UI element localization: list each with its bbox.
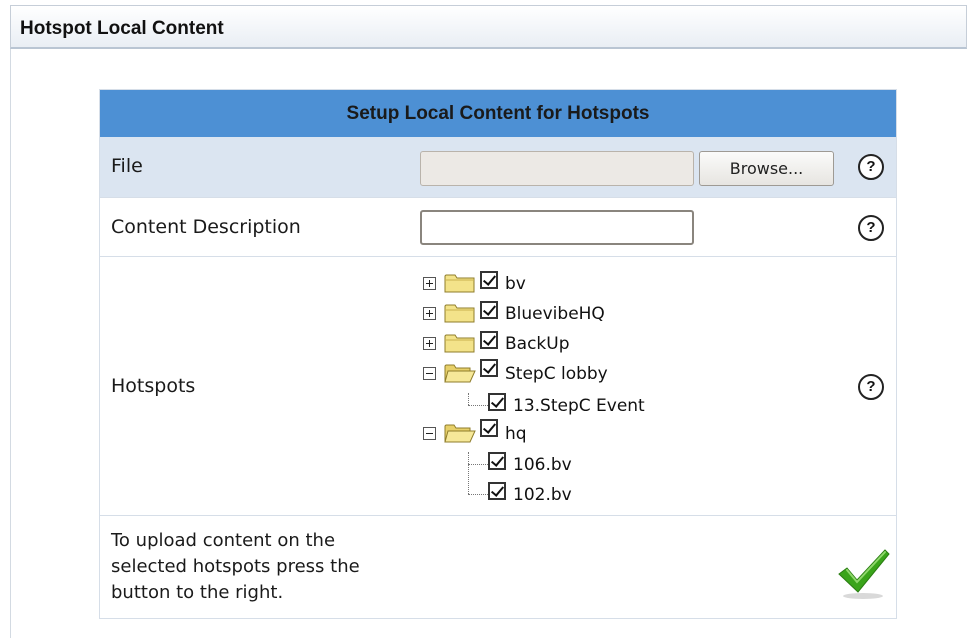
upload-instructions: To upload content on the selected hotspo… (111, 530, 360, 603)
checkbox-13-stepc-event[interactable] (488, 393, 506, 411)
tree-node-backup[interactable]: BackUp (420, 330, 620, 356)
checkmark-icon[interactable] (835, 544, 891, 600)
minus-expander-icon[interactable] (423, 367, 436, 380)
plus-expander-icon[interactable] (423, 277, 436, 290)
folder-icon (444, 334, 475, 353)
plus-expander-icon[interactable] (423, 337, 436, 350)
tree-node-102-bv[interactable]: 102.bv (488, 480, 638, 506)
tree-node-106-bv[interactable]: 106.bv (488, 450, 638, 476)
tree-label-102-bv: 102.bv (513, 485, 572, 505)
checkbox-hq[interactable] (480, 419, 498, 437)
help-icon[interactable]: ? (858, 154, 884, 180)
tree-connector (468, 452, 469, 494)
checkbox-stepc-lobby[interactable] (480, 359, 498, 377)
checkbox-backup[interactable] (480, 331, 498, 349)
tree-connector (468, 494, 488, 495)
hotspots-row: Hotspots ? bv BluevibeHQ BackUp StepC lo… (100, 257, 896, 516)
folder-icon (444, 304, 475, 323)
folder-open-icon (444, 424, 476, 443)
form-title: Setup Local Content for Hotspots (100, 90, 896, 137)
file-path-field[interactable] (420, 151, 694, 186)
tree-node-hq[interactable]: hq (420, 419, 620, 446)
checkbox-102-bv[interactable] (488, 482, 506, 500)
tree-label-13-stepc-event: 13.StepC Event (513, 396, 645, 416)
tree-node-bluevibehq[interactable]: BluevibeHQ (420, 300, 640, 326)
file-row: File Browse... ? (100, 137, 896, 198)
tree-node-13-stepc-event[interactable]: 13.StepC Event (488, 391, 688, 417)
minus-expander-icon[interactable] (423, 427, 436, 440)
content-description-row: Content Description ? (100, 198, 896, 257)
file-label: File (111, 155, 143, 177)
upload-row: To upload content on the selected hotspo… (100, 516, 896, 619)
tree-label-bv: bv (505, 274, 526, 294)
checkbox-106-bv[interactable] (488, 452, 506, 470)
tree-connector (468, 464, 488, 465)
tree-node-stepc-lobby[interactable]: StepC lobby (420, 359, 660, 386)
help-icon[interactable]: ? (858, 374, 884, 400)
tree-label-backup: BackUp (505, 334, 570, 354)
browse-button[interactable]: Browse... (699, 151, 834, 186)
setup-form: Setup Local Content for Hotspots File Br… (99, 89, 897, 619)
folder-icon (444, 274, 475, 293)
tree-connector (468, 393, 469, 405)
tree-label-stepc-lobby: StepC lobby (505, 364, 608, 384)
content-description-input[interactable] (420, 210, 694, 245)
folder-open-icon (444, 364, 476, 383)
panel-title: Hotspot Local Content (20, 18, 224, 39)
hotspots-label: Hotspots (111, 375, 196, 397)
help-icon[interactable]: ? (858, 215, 884, 241)
tree-connector (468, 405, 488, 406)
tree-label-hq: hq (505, 424, 527, 444)
tree-label-bluevibehq: BluevibeHQ (505, 304, 605, 324)
checkbox-bv[interactable] (480, 271, 498, 289)
panel-header: Hotspot Local Content (10, 5, 967, 49)
plus-expander-icon[interactable] (423, 307, 436, 320)
tree-node-bv[interactable]: bv (420, 270, 620, 296)
content-description-label: Content Description (111, 216, 301, 238)
checkbox-bluevibehq[interactable] (480, 301, 498, 319)
tree-label-106-bv: 106.bv (513, 455, 572, 475)
